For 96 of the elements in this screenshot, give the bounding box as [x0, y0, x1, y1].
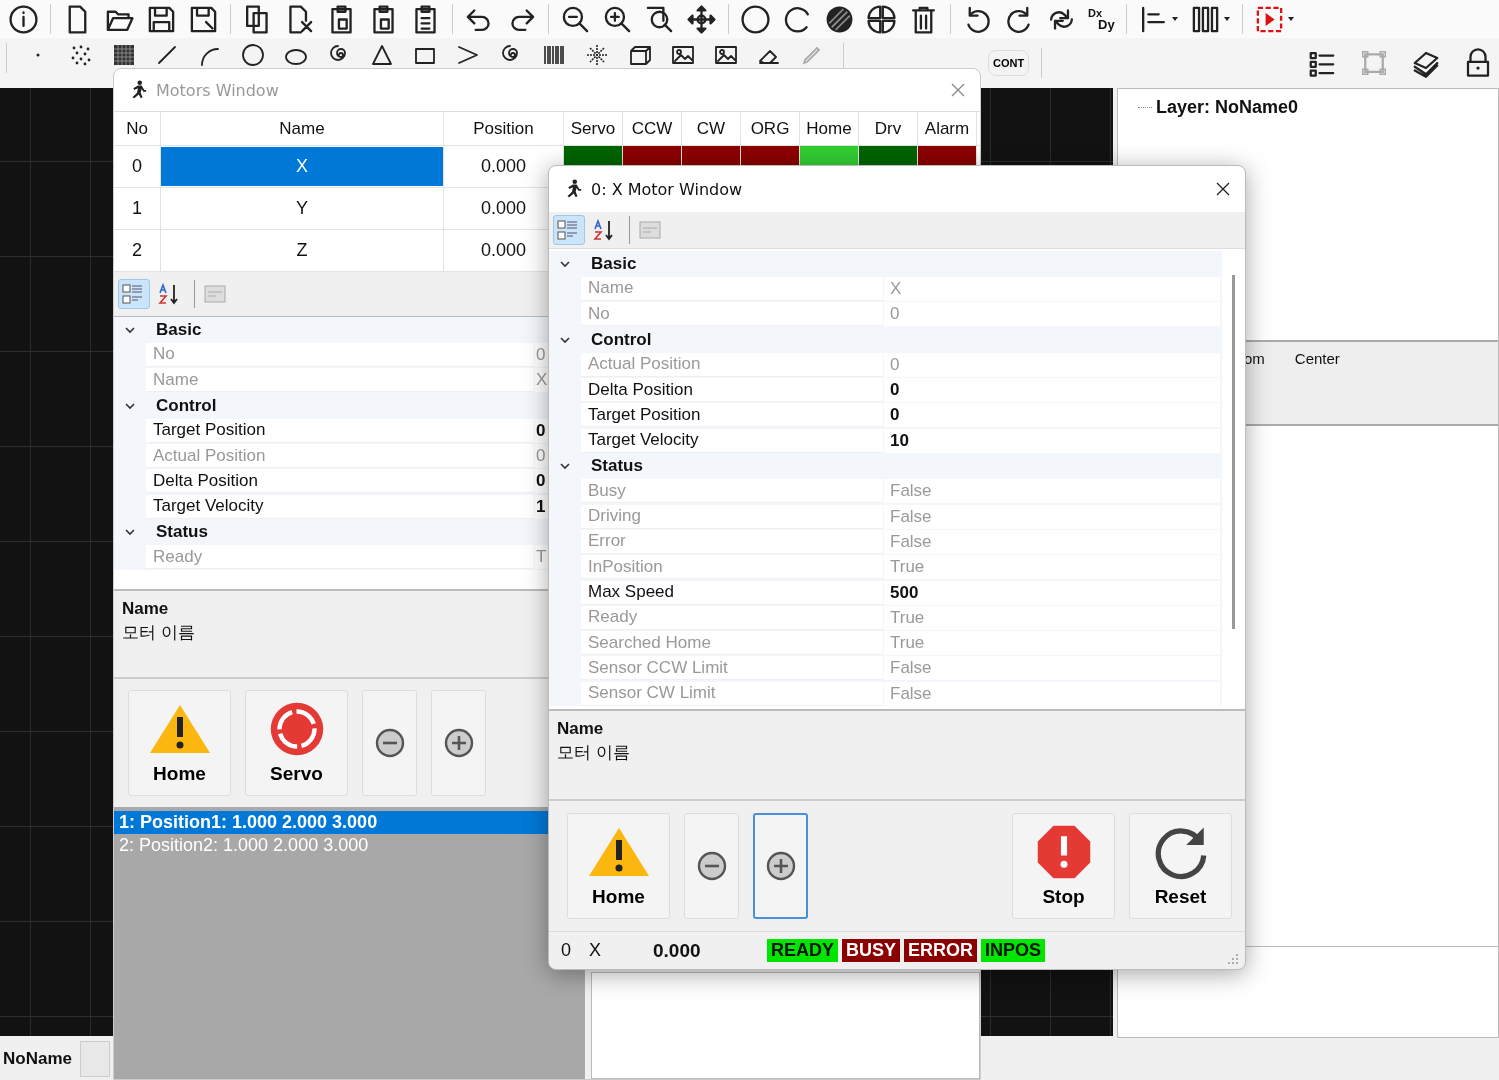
- category-row[interactable]: Basic: [549, 251, 1222, 277]
- quad-icon[interactable]: [866, 3, 897, 35]
- window-title: Motors Window: [156, 80, 279, 100]
- resize-grip-icon[interactable]: [1227, 953, 1239, 965]
- circle-icon[interactable]: [740, 3, 771, 35]
- category-row[interactable]: Status: [114, 519, 548, 545]
- category-label: Control: [156, 395, 217, 416]
- dropdown-caret-icon[interactable]: [1222, 15, 1231, 23]
- column-header[interactable]: Position: [444, 112, 564, 145]
- property-value[interactable]: 0: [535, 469, 548, 494]
- window-title: 0: X Motor Window: [591, 179, 743, 199]
- star-icon[interactable]: [585, 43, 609, 67]
- property-value[interactable]: 500: [884, 580, 1220, 605]
- plus-button[interactable]: [753, 813, 808, 919]
- triangle-icon[interactable]: [370, 43, 394, 67]
- table-cell[interactable]: Y: [161, 188, 444, 229]
- column-header[interactable]: Alarm: [918, 112, 977, 145]
- stop-button[interactable]: Stop: [1012, 813, 1115, 919]
- status-badge: INPOS: [981, 939, 1046, 962]
- property-value[interactable]: 0: [535, 418, 548, 443]
- property-name[interactable]: Delta Position: [146, 469, 534, 494]
- property-name[interactable]: Target Position: [146, 418, 534, 443]
- motor-name: X: [589, 940, 602, 961]
- status-badge: READY: [767, 939, 838, 962]
- category-row[interactable]: Control: [549, 326, 1222, 353]
- property-value[interactable]: 10: [884, 428, 1220, 453]
- dropdown-caret-icon[interactable]: [1286, 15, 1295, 23]
- circle-icon[interactable]: [241, 43, 265, 67]
- description-text: 모터 이름: [122, 622, 196, 644]
- minus-icon: [373, 727, 406, 759]
- layer-tree-item[interactable]: Layer: NoName0: [1156, 96, 1299, 118]
- line-icon[interactable]: [155, 43, 179, 67]
- description-title: Name: [122, 599, 170, 619]
- column-header[interactable]: Servo: [564, 112, 623, 145]
- cont-dropdown[interactable]: CONT: [988, 50, 1030, 76]
- polyline-icon[interactable]: [456, 43, 480, 67]
- chevron-icon[interactable]: [124, 526, 136, 538]
- position-item[interactable]: 1: Position1: 1.000 2.000 3.000: [114, 811, 548, 834]
- table-cell: 2: [114, 230, 161, 271]
- image-icon[interactable]: [714, 43, 738, 67]
- category-label: Basic: [156, 319, 202, 340]
- description-text: 모터 이름: [557, 742, 631, 764]
- servo-button[interactable]: Servo: [245, 690, 348, 796]
- category-row[interactable]: Control: [114, 392, 548, 419]
- tab[interactable]: Center: [1294, 350, 1340, 367]
- scrollbar[interactable]: [1232, 275, 1235, 629]
- home-button[interactable]: Home: [567, 813, 670, 919]
- chevron-icon[interactable]: [559, 460, 571, 472]
- move-icon[interactable]: [686, 3, 717, 35]
- minus-button[interactable]: [362, 690, 417, 796]
- dropdown-caret-icon[interactable]: [1170, 15, 1179, 23]
- property-value[interactable]: 1: [535, 494, 548, 519]
- plus-icon: [764, 850, 797, 882]
- image-icon[interactable]: [671, 43, 695, 67]
- table-cell[interactable]: X: [161, 147, 444, 186]
- category-label: Control: [591, 329, 652, 350]
- column-header[interactable]: Name: [161, 112, 444, 145]
- category-row[interactable]: Status: [549, 453, 1222, 479]
- plus-icon: [442, 727, 475, 759]
- home-button[interactable]: Home: [128, 690, 231, 796]
- close-icon[interactable]: [1215, 181, 1231, 197]
- table-cell[interactable]: Z: [161, 230, 444, 271]
- column-header[interactable]: CCW: [623, 112, 682, 145]
- column-header[interactable]: ORG: [741, 112, 800, 145]
- table-cell: 1: [114, 188, 161, 229]
- property-name[interactable]: Target Position: [581, 403, 883, 428]
- category-label: Basic: [591, 253, 637, 274]
- status-field: [79, 1041, 110, 1077]
- description-title: Name: [557, 719, 605, 739]
- column-header[interactable]: No: [114, 112, 161, 145]
- grid-icon[interactable]: [112, 43, 136, 67]
- property-name[interactable]: Delta Position: [581, 378, 883, 403]
- property-name[interactable]: Target Velocity: [581, 428, 883, 453]
- property-name[interactable]: Max Speed: [581, 580, 883, 605]
- property-name[interactable]: Target Velocity: [146, 494, 534, 519]
- minus-icon: [695, 850, 728, 882]
- document-name: NoName: [2, 1049, 72, 1069]
- category-label: Status: [156, 522, 208, 542]
- minus-button[interactable]: [684, 813, 739, 919]
- column-header[interactable]: CW: [682, 112, 741, 145]
- box-icon[interactable]: [628, 43, 652, 67]
- dots-icon[interactable]: [69, 43, 93, 67]
- status-badge: ERROR: [904, 939, 978, 962]
- status-badge: BUSY: [842, 939, 901, 962]
- info-icon[interactable]: [8, 3, 39, 35]
- barcode-icon[interactable]: [542, 43, 566, 67]
- property-value[interactable]: 0: [884, 403, 1220, 428]
- motor-number: 0: [561, 940, 572, 961]
- category-label: Status: [591, 456, 643, 476]
- motor-position: 0.000: [653, 939, 702, 962]
- column-header[interactable]: Drv: [859, 112, 918, 145]
- reset-button[interactable]: Reset: [1129, 813, 1232, 919]
- column-header[interactable]: Home: [800, 112, 859, 145]
- property-value[interactable]: 0: [884, 378, 1220, 403]
- dx-dy-button[interactable]: Dx Dy: [1088, 8, 1115, 30]
- category-row[interactable]: Basic: [114, 317, 548, 343]
